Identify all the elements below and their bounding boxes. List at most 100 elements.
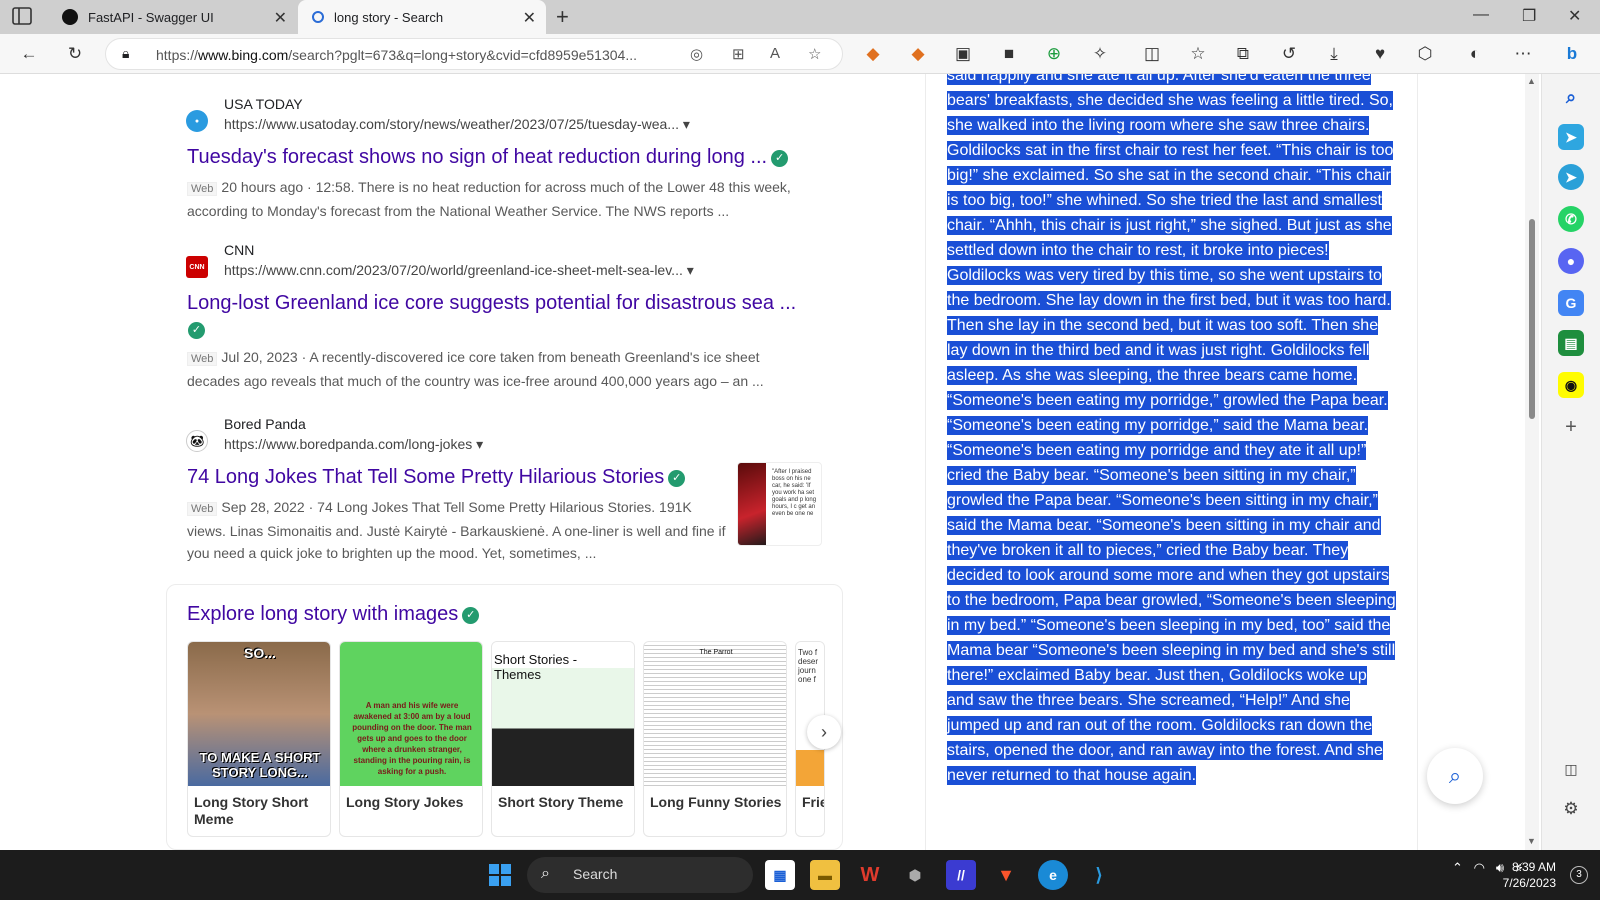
image-section: Explore long story with images ✓ SO... TO… bbox=[166, 584, 843, 850]
source-name: USA TODAY bbox=[224, 96, 303, 112]
source-name: CNN bbox=[224, 242, 255, 258]
metamask-extension-icon[interactable]: ◆ bbox=[861, 42, 885, 66]
taskbar-search[interactable]: ⌕ Search bbox=[527, 857, 753, 893]
lock-icon[interactable]: 🔒︎ bbox=[122, 45, 129, 62]
clock[interactable]: 8:39 AM 7/26/2023 bbox=[1503, 859, 1556, 891]
boredpanda-icon: 🐼︎ bbox=[186, 430, 208, 452]
edge-icon[interactable]: e bbox=[1038, 860, 1068, 890]
collections-icon[interactable]: ⧉ bbox=[1231, 42, 1255, 66]
history-icon[interactable]: ↺ bbox=[1277, 42, 1301, 66]
notification-badge[interactable]: 3 bbox=[1570, 866, 1588, 884]
source-name: Bored Panda bbox=[224, 416, 306, 432]
file-explorer-icon[interactable]: ▬ bbox=[810, 860, 840, 890]
result-source: 🐼︎ Bored Panda https://www.boredpanda.co… bbox=[186, 416, 827, 456]
cnn-icon: CNN bbox=[186, 256, 208, 278]
url-text: https://www.bing.com/search?pglt=673&q=l… bbox=[156, 47, 637, 63]
image-tile[interactable]: SO... TO MAKE A SHORT STORY LONG... Long… bbox=[187, 641, 331, 837]
restore-icon[interactable]: ❐ bbox=[1522, 6, 1536, 26]
close-tab-icon[interactable]: ✕ bbox=[523, 8, 536, 28]
location-icon[interactable]: ◎ bbox=[690, 45, 703, 63]
page-scrollbar[interactable]: ▲ ▼ bbox=[1525, 74, 1539, 850]
ide-icon[interactable]: // bbox=[946, 860, 976, 890]
wps-office-icon[interactable]: W bbox=[855, 860, 885, 890]
brave-icon[interactable]: ▼ bbox=[991, 860, 1021, 890]
game-extension-icon[interactable]: ■ bbox=[997, 42, 1021, 66]
profile-avatar-icon[interactable]: ◐ bbox=[1463, 42, 1487, 66]
result-source: ● USA TODAY https://www.usatoday.com/sto… bbox=[186, 96, 827, 136]
send-icon[interactable]: ➤ bbox=[1558, 124, 1584, 150]
image-tile[interactable]: The Parrot Long Funny Stories bbox=[643, 641, 787, 837]
address-bar[interactable]: 🔒︎ https://www.bing.com/search?pglt=673&… bbox=[105, 38, 843, 70]
scroll-down-icon[interactable]: ▼ bbox=[1527, 836, 1536, 846]
result-item: 🐼︎ Bored Panda https://www.boredpanda.co… bbox=[186, 416, 827, 564]
scroll-up-icon[interactable]: ▲ bbox=[1527, 76, 1536, 86]
result-item: CNN CNN https://www.cnn.com/2023/07/20/w… bbox=[186, 242, 827, 392]
result-title-link[interactable]: 74 Long Jokes That Tell Some Pretty Hila… bbox=[187, 464, 827, 490]
result-item: ● USA TODAY https://www.usatoday.com/sto… bbox=[186, 96, 827, 222]
sidebar-toggle-icon[interactable]: ◫ bbox=[1558, 756, 1584, 782]
settings-gear-icon[interactable]: ⚙ bbox=[1558, 796, 1584, 822]
browser-toolbar: ← ↻ 🔒︎ https://www.bing.com/search?pglt=… bbox=[0, 34, 1600, 74]
minimize-icon[interactable]: — bbox=[1473, 6, 1489, 24]
add-extension-icon[interactable]: ⊕ bbox=[1042, 42, 1066, 66]
source-url[interactable]: https://www.boredpanda.com/long-jokes ▾ bbox=[224, 436, 483, 453]
result-thumbnail[interactable]: "After I praised boss on his ne car, he … bbox=[737, 462, 822, 546]
search-icon bbox=[312, 11, 324, 23]
whatsapp-icon[interactable]: ✆ bbox=[1558, 206, 1584, 232]
tab-label: FastAPI - Swagger UI bbox=[88, 9, 214, 25]
title-bar: FastAPI - Swagger UI ✕ long story - Sear… bbox=[0, 0, 1600, 34]
verified-icon: ✓ bbox=[771, 150, 789, 167]
back-icon[interactable]: ← bbox=[17, 42, 41, 66]
image-section-heading[interactable]: Explore long story with images ✓ bbox=[187, 603, 480, 626]
app-cube-icon[interactable]: ⬢ bbox=[900, 860, 930, 890]
favorites-icon[interactable]: ☆ bbox=[1186, 42, 1210, 66]
search-fab-icon[interactable]: ⌕ bbox=[1427, 748, 1483, 804]
favorite-star-icon[interactable]: ☆ bbox=[808, 45, 821, 63]
more-options-icon[interactable]: ⋯ bbox=[1511, 42, 1535, 66]
verified-icon: ✓ bbox=[188, 322, 205, 339]
image-tile[interactable]: Short Stories - Themes Short Story Theme bbox=[491, 641, 635, 837]
result-title-link[interactable]: Long-lost Greenland ice core suggests po… bbox=[187, 290, 827, 316]
tab-label: long story - Search bbox=[334, 9, 444, 25]
health-icon[interactable]: ♥ bbox=[1368, 42, 1392, 66]
downloads-icon[interactable]: ⤓ bbox=[1322, 42, 1346, 66]
new-tab-icon[interactable]: + bbox=[556, 4, 569, 30]
translate-icon[interactable]: G bbox=[1558, 290, 1584, 316]
scroll-thumb[interactable] bbox=[1529, 219, 1535, 419]
chat-icon[interactable]: ▤ bbox=[1558, 330, 1584, 356]
read-aloud-icon[interactable]: A bbox=[770, 45, 780, 62]
result-snippet: Web Jul 20, 2023 · A recently-discovered … bbox=[187, 349, 764, 389]
verified-icon: ✓ bbox=[462, 607, 480, 624]
result-source: CNN CNN https://www.cnn.com/2023/07/20/w… bbox=[186, 242, 827, 282]
telegram-icon[interactable]: ➤ bbox=[1558, 164, 1584, 190]
search-icon[interactable]: ⌕ bbox=[1558, 84, 1584, 110]
apps-icon[interactable]: ⊞ bbox=[732, 45, 745, 63]
search-results: ● USA TODAY https://www.usatoday.com/sto… bbox=[0, 74, 915, 850]
windows-start-icon[interactable] bbox=[485, 860, 515, 890]
add-icon[interactable]: + bbox=[1558, 414, 1584, 440]
source-url[interactable]: https://www.usatoday.com/story/news/weat… bbox=[224, 116, 690, 133]
close-tab-icon[interactable]: ✕ bbox=[274, 8, 287, 28]
tab-fastapi[interactable]: FastAPI - Swagger UI ✕ bbox=[52, 0, 297, 34]
vscode-icon[interactable]: ⟩ bbox=[1084, 860, 1114, 890]
discord-icon[interactable]: ● bbox=[1558, 248, 1584, 274]
image-tile[interactable]: A man and his wife were awakened at 3:00… bbox=[339, 641, 483, 837]
result-title-link[interactable]: Tuesday's forecast shows no sign of heat… bbox=[187, 144, 827, 170]
store-icon[interactable]: ▦ bbox=[765, 860, 795, 890]
snapchat-icon[interactable]: ◉ bbox=[1558, 372, 1584, 398]
bing-copilot-icon[interactable]: b bbox=[1560, 42, 1584, 66]
tab-search[interactable]: long story - Search ✕ bbox=[298, 0, 546, 34]
close-window-icon[interactable]: ✕ bbox=[1568, 6, 1581, 26]
extensions-icon[interactable]: ✧ bbox=[1088, 42, 1112, 66]
source-url[interactable]: https://www.cnn.com/2023/07/20/world/gre… bbox=[224, 262, 694, 279]
split-screen-icon[interactable]: ◫ bbox=[1140, 42, 1164, 66]
screen-extension-icon[interactable]: ▣ bbox=[951, 42, 975, 66]
story-pane: said happily and she ate it all up. Afte… bbox=[925, 74, 1418, 850]
chevron-right-icon[interactable]: › bbox=[807, 715, 841, 749]
usatoday-icon: ● bbox=[186, 110, 208, 132]
tab-actions-icon[interactable] bbox=[12, 7, 34, 27]
story-text[interactable]: said happily and she ate it all up. Afte… bbox=[947, 74, 1397, 788]
refresh-icon[interactable]: ↻ bbox=[63, 42, 87, 66]
browser-essentials-icon[interactable]: ⬡ bbox=[1413, 42, 1437, 66]
fox-extension-icon[interactable]: ◆ bbox=[906, 42, 930, 66]
